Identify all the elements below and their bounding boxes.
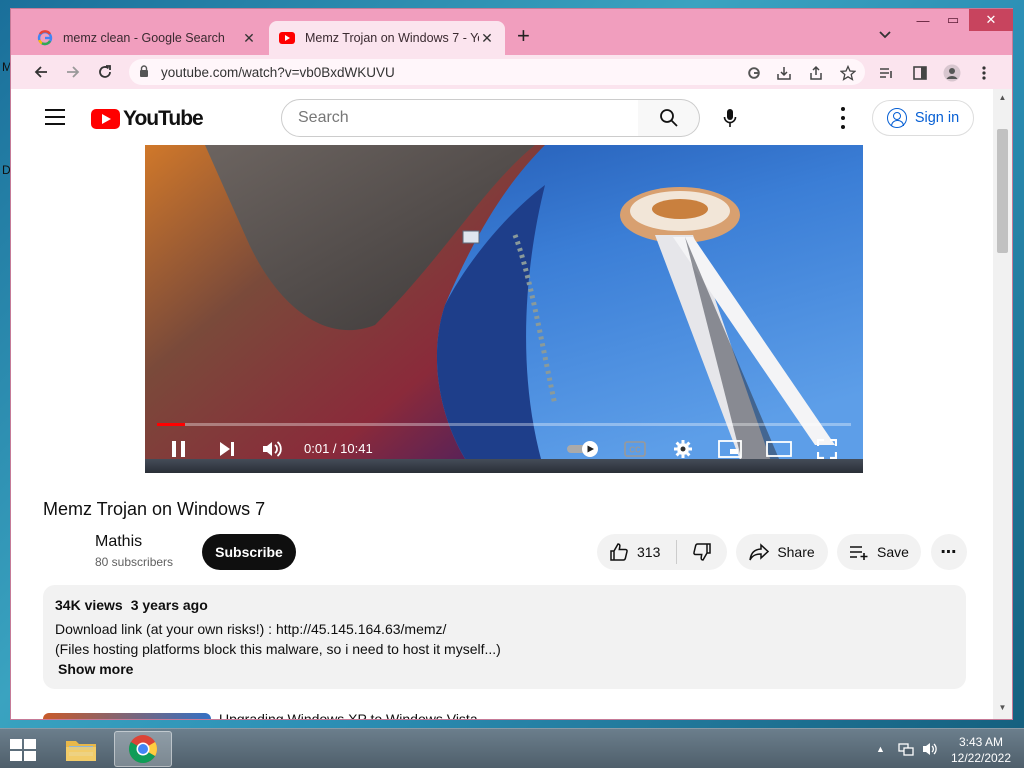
back-arrow-icon[interactable]	[31, 62, 51, 82]
next-video-icon[interactable]	[217, 437, 237, 461]
google-g-icon	[37, 30, 53, 46]
page-scrollbar[interactable]: ▲ ▼	[993, 89, 1012, 719]
youtube-icon	[279, 30, 295, 46]
windows-taskbar: ▲ 3:43 AM 12/22/2022	[0, 728, 1024, 768]
account-circle-icon	[886, 108, 907, 128]
search-button[interactable]	[638, 99, 700, 137]
pause-icon[interactable]	[169, 437, 189, 461]
miniplayer-icon[interactable]	[717, 437, 743, 461]
clock-date: 12/22/2022	[950, 751, 1012, 765]
reload-icon[interactable]	[95, 62, 115, 82]
scroll-down-arrow-icon[interactable]: ▼	[993, 703, 1012, 712]
url-text: youtube.com/watch?v=vb0BxdWKUVU	[161, 64, 395, 80]
new-tab-button[interactable]: +	[517, 25, 530, 47]
tab-title: Memz Trojan on Windows 7 - Yo	[305, 31, 479, 45]
forward-arrow-icon[interactable]	[63, 62, 83, 82]
more-actions-icon[interactable]: ⋯	[931, 534, 967, 570]
save-label: Save	[877, 544, 909, 560]
playlist-add-icon	[850, 546, 868, 560]
clock-time: 3:43 AM	[958, 735, 1004, 749]
close-window-button[interactable]: ✕	[969, 9, 1013, 31]
hamburger-menu-icon[interactable]	[45, 109, 65, 125]
chevron-down-icon[interactable]	[879, 28, 891, 42]
channel-name[interactable]: Mathis	[95, 533, 142, 551]
share-arrow-icon	[749, 543, 770, 561]
theater-mode-icon[interactable]	[765, 437, 793, 461]
save-button[interactable]: Save	[837, 534, 921, 570]
scrollbar-thumb[interactable]	[997, 129, 1008, 253]
like-dislike-group: 313	[597, 534, 727, 570]
chrome-menu-icon[interactable]	[975, 64, 993, 82]
network-icon[interactable]	[898, 741, 914, 760]
video-title: Memz Trojan on Windows 7	[43, 499, 266, 519]
captions-icon[interactable]: CC	[623, 437, 647, 461]
subscriber-count: 80 subscribers	[95, 555, 174, 569]
scroll-up-arrow-icon[interactable]: ▲	[993, 93, 1012, 102]
share-button[interactable]: Share	[736, 534, 828, 570]
video-time: 0:01 / 10:41	[304, 441, 373, 456]
dislike-button[interactable]	[677, 542, 727, 562]
sign-in-button[interactable]: Sign in	[872, 100, 974, 136]
install-app-icon[interactable]	[775, 64, 793, 82]
autoplay-toggle[interactable]	[565, 437, 603, 461]
search-icon	[659, 109, 678, 127]
search-input[interactable]: Search	[281, 99, 639, 137]
video-frame-taskbar	[145, 459, 863, 473]
volume-icon[interactable]	[261, 437, 285, 461]
settings-gear-icon[interactable]	[671, 437, 695, 461]
share-label: Share	[777, 544, 815, 560]
lock-icon[interactable]	[139, 64, 151, 80]
browser-toolbar: youtube.com/watch?v=vb0BxdWKUVU	[11, 55, 1012, 89]
upload-age: 3 years ago	[130, 597, 208, 613]
share-page-icon[interactable]	[807, 64, 825, 82]
file-explorer-icon[interactable]	[52, 731, 110, 767]
system-clock[interactable]: 3:43 AM 12/22/2022	[946, 734, 1016, 766]
chrome-window: memz clean - Google Search ✕ Memz Trojan…	[10, 8, 1013, 720]
like-button[interactable]: 313	[597, 540, 677, 564]
progress-fill	[157, 423, 185, 426]
reading-list-icon[interactable]	[877, 64, 895, 82]
svg-text:CC: CC	[629, 446, 641, 455]
show-more-button[interactable]: Show more	[58, 661, 954, 677]
voice-search-button[interactable]	[711, 99, 749, 137]
view-count: 34K views	[55, 597, 123, 613]
chrome-taskbar-icon[interactable]	[114, 731, 172, 767]
more-options-icon[interactable]	[833, 107, 853, 129]
google-lens-icon[interactable]	[745, 64, 763, 82]
windows-start-icon[interactable]	[8, 737, 38, 763]
description-line: (Files hosting platforms block this malw…	[55, 641, 501, 657]
youtube-logo[interactable]: YouTube	[91, 107, 204, 131]
youtube-play-icon	[91, 109, 120, 129]
description-line: Download link (at your own risks!) : htt…	[55, 621, 447, 637]
tab-strip: memz clean - Google Search ✕ Memz Trojan…	[11, 9, 1013, 55]
youtube-page: YouTube Search Sign in 0:01 / 10:41 CC M…	[11, 89, 993, 719]
close-tab-icon[interactable]: ✕	[241, 30, 257, 47]
video-player[interactable]: 0:01 / 10:41 CC	[145, 145, 863, 473]
video-meta: 34K views 3 years ago	[55, 597, 954, 613]
youtube-header: YouTube Search Sign in	[11, 89, 993, 145]
next-video-title[interactable]: Upgrading Windows XP to Windows Vista	[219, 711, 478, 719]
youtube-logo-text: YouTube	[123, 107, 204, 130]
profile-avatar-icon[interactable]	[943, 64, 961, 82]
bookmark-star-icon[interactable]	[839, 64, 857, 82]
microphone-icon	[723, 109, 737, 127]
thumbs-down-icon	[693, 543, 711, 561]
volume-tray-icon[interactable]	[922, 741, 938, 760]
close-tab-icon[interactable]: ✕	[479, 30, 495, 47]
thumbs-up-icon	[610, 543, 628, 561]
description-box[interactable]: 34K views 3 years ago Download link (at y…	[43, 585, 966, 689]
maximize-button[interactable]: ▭	[939, 9, 967, 31]
side-panel-icon[interactable]	[911, 64, 929, 82]
tab-title: memz clean - Google Search	[63, 31, 225, 45]
minimize-button[interactable]: —	[909, 9, 937, 31]
show-hidden-icons-icon[interactable]: ▲	[876, 744, 885, 754]
like-count: 313	[637, 544, 661, 560]
tab-youtube[interactable]: Memz Trojan on Windows 7 - Yo ✕	[269, 21, 505, 55]
tab-google-search[interactable]: memz clean - Google Search ✕	[27, 21, 267, 55]
fullscreen-icon[interactable]	[815, 437, 839, 461]
subscribe-button[interactable]: Subscribe	[202, 534, 296, 570]
sign-in-label: Sign in	[914, 110, 960, 126]
video-progress-bar[interactable]	[157, 423, 851, 426]
next-video-thumbnail[interactable]	[43, 713, 211, 719]
